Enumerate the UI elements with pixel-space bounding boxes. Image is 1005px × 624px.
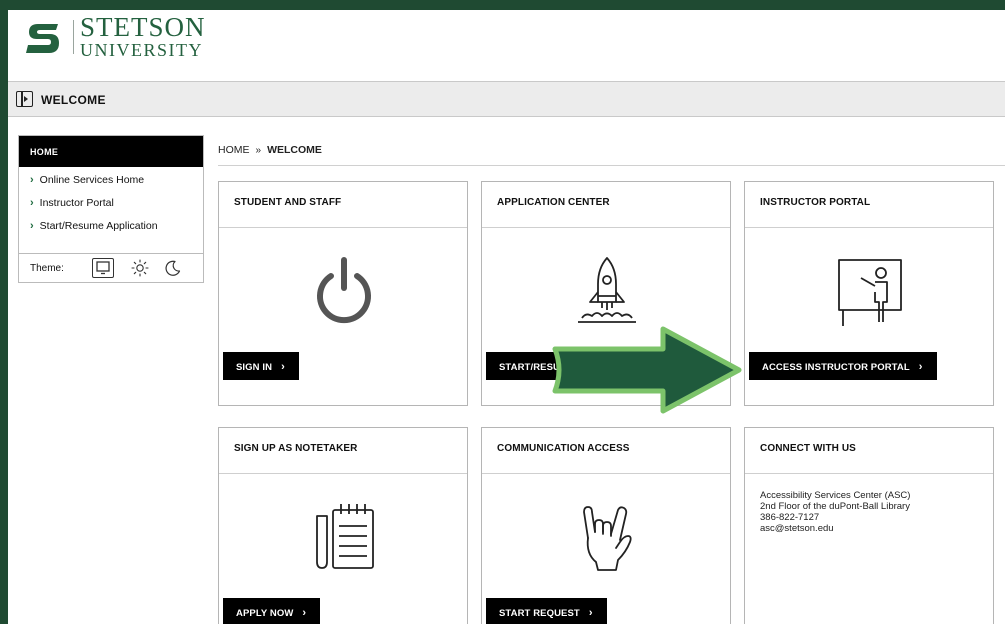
- panel-toggle-icon[interactable]: [16, 91, 33, 107]
- monitor-icon[interactable]: [92, 258, 114, 278]
- sidebar: HOME › Online Services Home › Instructor P…: [18, 135, 204, 283]
- button-label: ACCESS INSTRUCTOR PORTAL: [762, 362, 910, 373]
- chevron-right-icon: ›: [30, 174, 34, 186]
- moon-icon[interactable]: [164, 259, 182, 277]
- contact-email[interactable]: asc@stetson.edu: [760, 523, 910, 534]
- chevron-right-icon: ›: [30, 220, 34, 232]
- sun-icon[interactable]: [131, 259, 149, 277]
- card-instructor-portal: INSTRUCTOR PORTAL ACCESS INSTRUCTOR PORT…: [744, 181, 994, 406]
- breadcrumb-separator: »: [255, 145, 262, 156]
- sidebar-item-label: Start/Resume Application: [39, 220, 158, 232]
- button-label: START REQUEST: [499, 608, 580, 619]
- breadcrumb-home[interactable]: HOME: [218, 144, 250, 156]
- card-notetaker: SIGN UP AS NOTETAKER APPLY NOW ›: [218, 427, 468, 624]
- page-title: WELCOME: [41, 93, 106, 107]
- apply-now-button[interactable]: APPLY NOW ›: [223, 598, 321, 624]
- stetson-s-logo[interactable]: [24, 18, 64, 58]
- chevron-right-icon: ›: [302, 607, 307, 619]
- button-label: SIGN IN: [236, 362, 273, 373]
- sidebar-item-application[interactable]: › Start/Resume Application: [19, 220, 203, 243]
- theme-label: Theme:: [30, 263, 64, 274]
- site-header: STETSON UNIVERSITY: [8, 10, 1005, 80]
- card-title: APPLICATION CENTER: [482, 182, 730, 228]
- green-arrow-annotation: [552, 326, 742, 414]
- sidebar-home[interactable]: HOME: [19, 136, 203, 167]
- breadcrumb: HOME » WELCOME: [218, 144, 322, 156]
- contact-location: 2nd Floor of the duPont-Ball Library: [760, 501, 910, 512]
- card-title: CONNECT WITH US: [745, 428, 993, 474]
- theme-switcher: Theme:: [19, 253, 203, 282]
- card-student-staff: STUDENT AND STAFF SIGN IN ›: [218, 181, 468, 406]
- power-icon: [317, 257, 371, 324]
- contact-phone[interactable]: 386-822-7127: [760, 512, 910, 523]
- breadcrumb-divider: [218, 165, 1005, 166]
- sidebar-item-online-services[interactable]: › Online Services Home: [19, 174, 203, 197]
- university-logo-text[interactable]: STETSON UNIVERSITY: [80, 12, 206, 60]
- card-title: STUDENT AND STAFF: [219, 182, 467, 228]
- logo-divider: [73, 20, 74, 54]
- sign-in-button[interactable]: SIGN IN ›: [223, 352, 299, 380]
- page-titlebar: WELCOME: [8, 81, 1005, 117]
- sign-language-hand-icon: [583, 506, 632, 571]
- logo-line-2: UNIVERSITY: [80, 40, 203, 60]
- card-title: INSTRUCTOR PORTAL: [745, 182, 993, 228]
- start-request-button[interactable]: START REQUEST ›: [486, 598, 607, 624]
- sidebar-item-instructor-portal[interactable]: › Instructor Portal: [19, 197, 203, 220]
- chevron-right-icon: ›: [588, 607, 593, 619]
- logo-line-1: STETSON: [80, 12, 206, 42]
- chevron-right-icon: ›: [281, 361, 285, 373]
- notepad-icon: [316, 504, 374, 569]
- contact-info: Accessibility Services Center (ASC) 2nd …: [760, 490, 910, 534]
- access-instructor-portal-button[interactable]: ACCESS INSTRUCTOR PORTAL ›: [749, 352, 937, 380]
- breadcrumb-current: WELCOME: [267, 144, 322, 156]
- button-label: APPLY NOW: [236, 608, 294, 619]
- card-title: SIGN UP AS NOTETAKER: [219, 428, 467, 474]
- card-connect-with-us: CONNECT WITH US Accessibility Services C…: [744, 427, 994, 624]
- sidebar-list: › Online Services Home › Instructor Portal…: [19, 167, 203, 243]
- sidebar-item-label: Online Services Home: [39, 174, 145, 186]
- card-communication-access: COMMUNICATION ACCESS START REQUEST ›: [481, 427, 731, 624]
- sidebar-item-label: Instructor Portal: [39, 197, 114, 209]
- contact-center-name: Accessibility Services Center (ASC): [760, 490, 911, 501]
- card-title: COMMUNICATION ACCESS: [482, 428, 730, 474]
- chevron-right-icon: ›: [918, 361, 923, 373]
- app-window: STETSON UNIVERSITY WELCOME HOME › Online …: [8, 10, 1005, 624]
- rocket-icon: [578, 257, 636, 323]
- chevron-right-icon: ›: [30, 197, 34, 209]
- presentation-icon: [838, 259, 902, 326]
